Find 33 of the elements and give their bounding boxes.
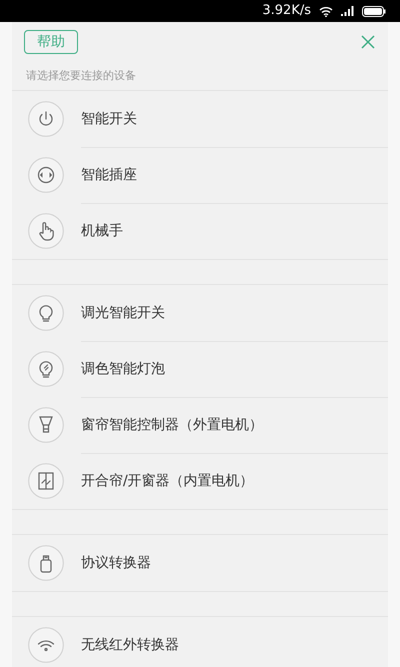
signal-icon — [341, 6, 354, 16]
device-item[interactable]: 窗帘智能控制器（外置电机） — [12, 397, 388, 453]
device-label: 智能插座 — [81, 166, 137, 185]
device-item[interactable]: 智能开关 — [12, 91, 388, 147]
socket-icon — [28, 157, 64, 193]
adapter-icon — [28, 545, 64, 581]
wifi-icon — [319, 6, 333, 16]
window-icon — [28, 463, 64, 499]
device-label: 无线红外转换器 — [81, 636, 179, 654]
spotlight-icon — [28, 407, 64, 443]
bulb-icon — [28, 351, 64, 387]
device-label: 调光智能开关 — [81, 304, 165, 322]
battery-icon — [362, 6, 386, 16]
device-item[interactable]: 开合帘/开窗器（内置电机） — [12, 453, 388, 509]
device-label: 协议转换器 — [81, 554, 151, 572]
wifi-icon — [28, 627, 64, 663]
device-label: 智能开关 — [81, 110, 137, 128]
device-label: 开合帘/开窗器（内置电机） — [81, 472, 254, 491]
device-label: 调色智能灯泡 — [81, 360, 165, 379]
power-icon — [28, 101, 64, 137]
device-item[interactable]: 协议转换器 — [12, 535, 388, 591]
close-icon[interactable] — [360, 34, 376, 50]
device-label: 窗帘智能控制器（外置电机） — [81, 416, 263, 435]
instruction-text: 请选择您要连接的设备 — [26, 68, 136, 84]
device-item[interactable]: 调色智能灯泡 — [12, 341, 388, 397]
device-item[interactable]: 智能插座 — [12, 147, 388, 203]
pointing-hand-icon — [28, 213, 64, 249]
bulb-icon — [28, 295, 64, 331]
device-item[interactable]: 机械手 — [12, 203, 388, 259]
device-label: 机械手 — [81, 222, 123, 241]
device-item[interactable]: 调光智能开关 — [12, 285, 388, 341]
network-speed: 3.92K/s — [262, 2, 311, 20]
device-item[interactable]: 无线红外转换器 — [12, 617, 388, 667]
